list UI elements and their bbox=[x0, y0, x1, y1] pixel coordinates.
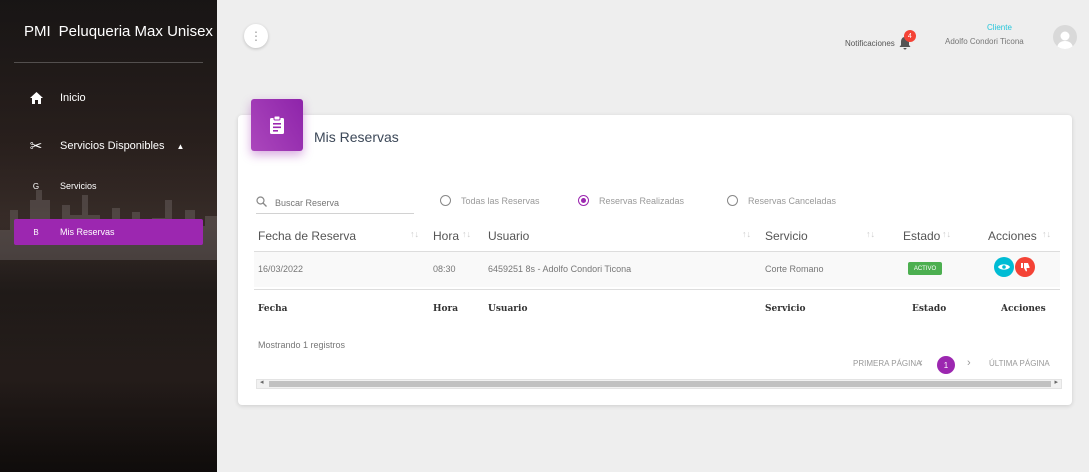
scroll-right-icon[interactable]: ▸ bbox=[1054, 378, 1058, 386]
scissors-icon: ✂ bbox=[29, 138, 43, 155]
sort-icon[interactable]: ↑↓ bbox=[410, 229, 419, 239]
page-title: Mis Reservas bbox=[314, 129, 399, 145]
footer-acciones: Acciones bbox=[1001, 304, 1046, 314]
brand-name: Peluqueria Max Unisex bbox=[58, 22, 213, 40]
prev-page-button[interactable]: ‹ bbox=[919, 357, 923, 369]
scroll-left-icon[interactable]: ◂ bbox=[260, 378, 264, 386]
cell-hora: 08:30 bbox=[433, 264, 456, 274]
cancel-button[interactable] bbox=[1015, 257, 1035, 277]
sidebar-item-servicios-disponibles[interactable]: ✂ Servicios Disponibles ▲ bbox=[14, 136, 203, 156]
brand-abbr: PMI bbox=[24, 22, 51, 40]
column-header-usuario[interactable]: Usuario bbox=[488, 229, 529, 243]
cell-usuario: 6459251 8s - Adolfo Condori Ticona bbox=[488, 264, 632, 274]
column-header-fecha[interactable]: Fecha de Reserva bbox=[258, 229, 356, 243]
column-header-hora[interactable]: Hora bbox=[433, 229, 459, 243]
page-number-button[interactable]: 1 bbox=[937, 356, 955, 374]
user-info[interactable]: Cliente Adolfo Condori Ticona bbox=[945, 21, 1024, 49]
records-count: Mostrando 1 registros bbox=[258, 340, 346, 350]
radio-realizadas[interactable]: Reservas Realizadas bbox=[578, 195, 684, 206]
sidebar-divider bbox=[14, 62, 203, 63]
thumbs-down-icon bbox=[1021, 263, 1030, 272]
radio-todas[interactable]: Todas las Reservas bbox=[440, 195, 540, 206]
footer-fecha: Fecha bbox=[258, 304, 288, 314]
search-icon bbox=[256, 195, 267, 210]
radio-label: Reservas Canceladas bbox=[748, 195, 837, 206]
view-button[interactable] bbox=[994, 257, 1014, 277]
sidebar: PMI Peluqueria Max Unisex Inicio ✂ Servi… bbox=[0, 0, 217, 472]
first-page-link[interactable]: PRIMERA PÁGINA bbox=[853, 359, 921, 368]
bell-icon: 4 bbox=[898, 30, 916, 50]
radio-button[interactable] bbox=[578, 195, 589, 206]
horizontal-scrollbar[interactable]: ◂ ▸ bbox=[256, 379, 1062, 389]
footer-estado: Estado bbox=[912, 304, 947, 314]
next-page-button[interactable]: › bbox=[967, 357, 971, 369]
sort-icon[interactable]: ↑↓ bbox=[742, 229, 751, 239]
radio-label: Todas las Reservas bbox=[461, 195, 540, 206]
sidebar-item-mis-reservas[interactable]: B Mis Reservas bbox=[14, 219, 203, 245]
radio-button[interactable] bbox=[727, 195, 738, 206]
last-page-link[interactable]: ÚLTIMA PÁGINA bbox=[989, 359, 1050, 368]
search-input[interactable] bbox=[275, 197, 395, 208]
more-vertical-icon: ⋮ bbox=[250, 29, 262, 43]
sort-icon[interactable]: ↑↓ bbox=[866, 229, 875, 239]
user-role: Cliente bbox=[987, 23, 1012, 32]
column-header-estado[interactable]: Estado bbox=[903, 229, 940, 243]
sidebar-item-label: Mis Reservas bbox=[60, 227, 115, 237]
eye-icon bbox=[998, 264, 1010, 270]
clipboard-icon bbox=[251, 99, 303, 151]
sidebar-item-inicio[interactable]: Inicio bbox=[14, 88, 203, 108]
sort-icon[interactable]: ↑↓ bbox=[462, 229, 471, 239]
radio-button[interactable] bbox=[440, 195, 451, 206]
home-icon bbox=[26, 92, 46, 104]
avatar[interactable] bbox=[1053, 25, 1077, 49]
radio-label: Reservas Realizadas bbox=[599, 195, 685, 206]
sidebar-item-letter: G bbox=[32, 181, 40, 191]
sidebar-item-servicios[interactable]: G Servicios bbox=[14, 176, 203, 196]
sidebar-item-label: Inicio bbox=[60, 92, 86, 104]
sidebar-item-label: Servicios Disponibles bbox=[60, 140, 165, 152]
radio-canceladas[interactable]: Reservas Canceladas bbox=[727, 195, 836, 206]
footer-hora: Hora bbox=[433, 304, 459, 314]
sidebar-item-label: Servicios bbox=[60, 181, 97, 191]
cell-fecha: 16/03/2022 bbox=[258, 264, 304, 274]
column-header-servicio[interactable]: Servicio bbox=[765, 229, 808, 243]
sort-icon[interactable]: ↑↓ bbox=[1042, 229, 1051, 239]
menu-toggle-button[interactable]: ⋮ bbox=[244, 24, 268, 48]
notifications-count-badge: 4 bbox=[903, 30, 916, 42]
cell-servicio: Corte Romano bbox=[765, 264, 824, 274]
notifications-label: Notificaciones bbox=[845, 38, 895, 48]
caret-up-icon: ▲ bbox=[176, 141, 185, 151]
row-divider bbox=[254, 289, 1060, 290]
user-avatar-icon bbox=[1057, 31, 1073, 49]
sort-icon[interactable]: ↑↓ bbox=[942, 229, 951, 239]
footer-usuario: Usuario bbox=[488, 304, 528, 314]
footer-servicio: Servicio bbox=[765, 304, 806, 314]
column-header-acciones[interactable]: Acciones bbox=[988, 229, 1037, 243]
status-badge: ACTIVO bbox=[908, 262, 942, 275]
scrollbar-thumb[interactable] bbox=[269, 381, 1051, 387]
sidebar-item-letter: B bbox=[33, 227, 39, 237]
notifications[interactable]: Notificaciones 4 bbox=[845, 30, 916, 50]
brand[interactable]: PMI Peluqueria Max Unisex bbox=[0, 0, 217, 62]
user-name: Adolfo Condori Ticona bbox=[945, 37, 1024, 46]
search-field[interactable] bbox=[256, 192, 414, 214]
